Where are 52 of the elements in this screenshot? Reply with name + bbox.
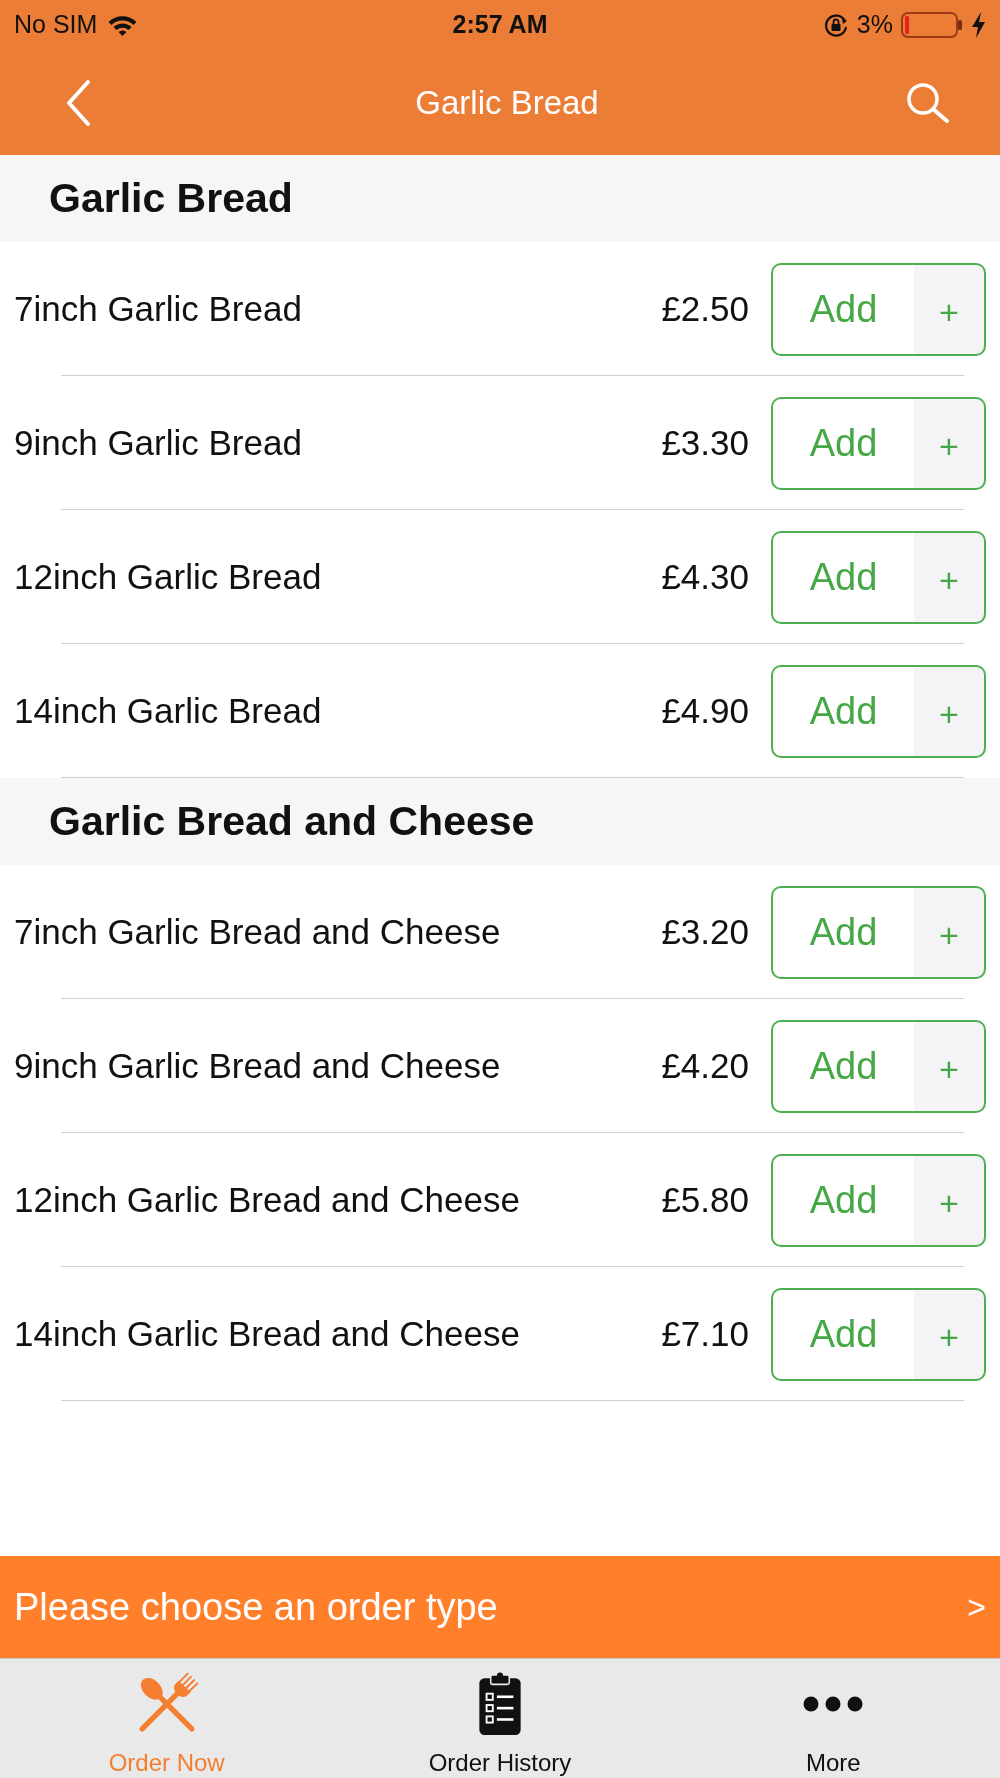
item-price: £3.30 (661, 421, 749, 464)
order-type-prompt: Please choose an order type (14, 1584, 498, 1630)
item-price: £4.30 (661, 555, 749, 598)
plus-button[interactable]: + (914, 1019, 986, 1113)
screen-title: Garlic Bread (415, 82, 599, 123)
plus-button[interactable]: + (914, 262, 986, 356)
back-icon[interactable] (64, 78, 92, 127)
plus-button[interactable]: + (914, 1153, 986, 1247)
plus-button[interactable]: + (914, 1287, 986, 1381)
item-name: 12inch Garlic Bread (14, 555, 323, 598)
battery-icon (901, 12, 963, 38)
plus-button[interactable]: + (914, 530, 986, 624)
more-dots-icon (803, 1696, 864, 1713)
add-button[interactable]: Add (771, 262, 914, 356)
carrier-text: No SIM (14, 9, 98, 41)
section-title: Garlic Bread (49, 173, 293, 223)
plus-button[interactable]: + (914, 664, 986, 758)
plus-button[interactable]: + (914, 885, 986, 979)
item-price: £2.50 (661, 287, 749, 330)
add-button[interactable]: Add (771, 885, 914, 979)
add-button[interactable]: Add (771, 1287, 914, 1381)
item-name: 14inch Garlic Bread and Cheese (14, 1312, 521, 1355)
item-name: 9inch Garlic Bread (14, 421, 303, 464)
tab-button[interactable]: Order History (333, 1659, 667, 1778)
add-button[interactable]: Add (771, 1153, 914, 1247)
item-name: 7inch Garlic Bread and Cheese (14, 910, 502, 953)
search-icon[interactable] (906, 81, 950, 124)
add-button[interactable]: Add (771, 664, 914, 758)
add-button[interactable]: Add (771, 1019, 914, 1113)
chevron-text: > (967, 1588, 986, 1627)
item-name: 9inch Garlic Bread and Cheese (14, 1044, 502, 1087)
add-button[interactable]: Add (771, 530, 914, 624)
charging-bolt-icon (971, 12, 986, 38)
order-type-bar[interactable]: Please choose an order type > (0, 1556, 1000, 1658)
item-price: £3.20 (661, 910, 749, 953)
clipboard-icon (477, 1672, 523, 1737)
item-name: 7inch Garlic Bread (14, 287, 303, 330)
rotation-lock-icon (822, 12, 849, 38)
clock-text: 2:57 AM (452, 9, 548, 41)
item-name: 14inch Garlic Bread (14, 689, 323, 732)
plus-button[interactable]: + (914, 396, 986, 490)
item-price: £5.80 (661, 1178, 749, 1221)
item-name: 12inch Garlic Bread and Cheese (14, 1178, 521, 1221)
add-button[interactable]: Add (771, 396, 914, 490)
tab-button[interactable]: Order Now (0, 1659, 334, 1778)
item-price: £4.90 (661, 689, 749, 732)
tab-button[interactable]: More (666, 1659, 1000, 1778)
section-title: Garlic Bread and Cheese (49, 796, 535, 846)
item-price: £7.10 (661, 1312, 749, 1355)
wifi-icon (107, 14, 139, 36)
battery-percent-text: 3% (856, 9, 893, 41)
item-price: £4.20 (661, 1044, 749, 1087)
